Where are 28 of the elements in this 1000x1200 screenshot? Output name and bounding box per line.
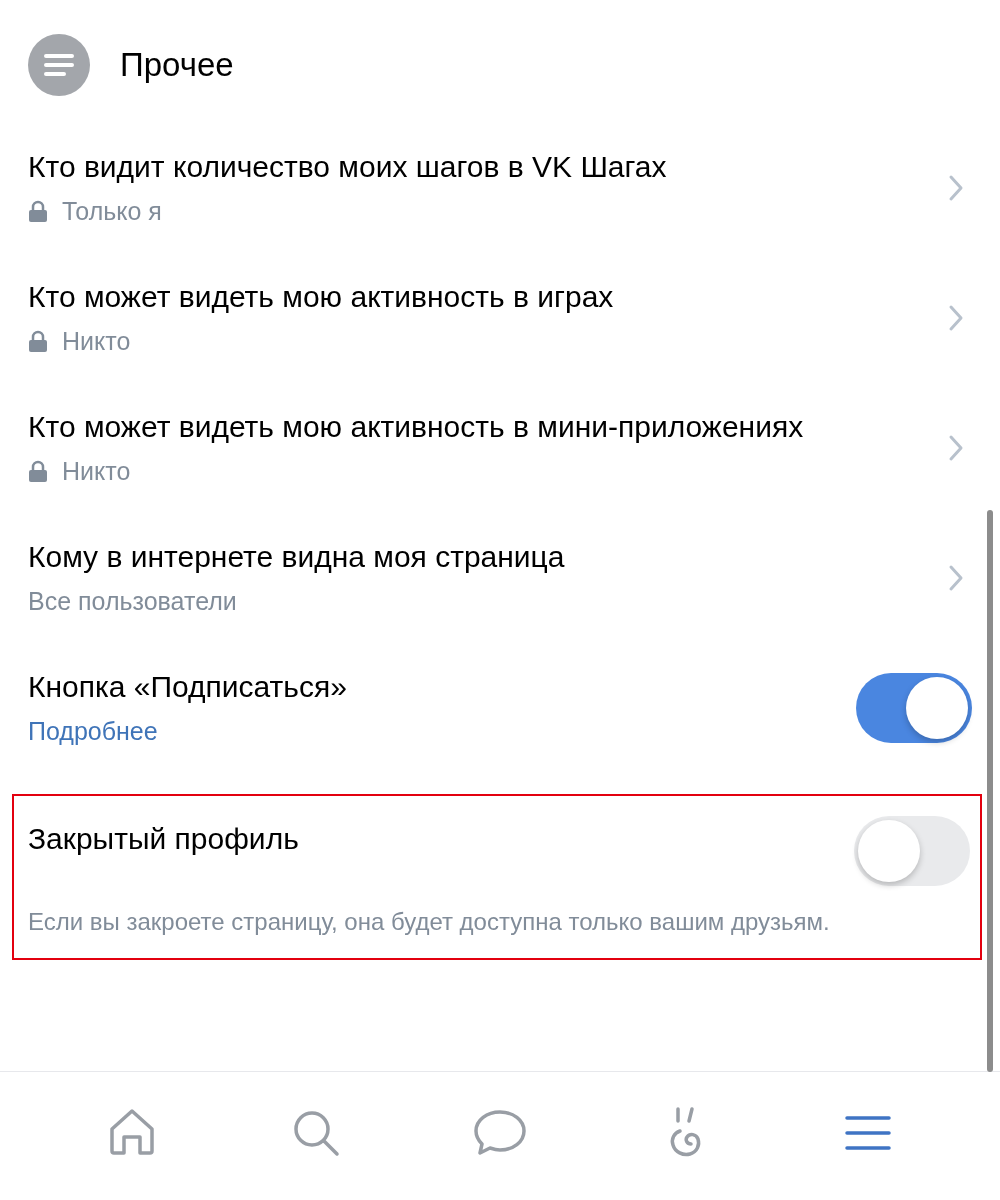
row-description: Если вы закроете страницу, она будет доступна только вашим друзьям.: [28, 907, 831, 937]
row-title: Закрытый профиль: [28, 821, 300, 857]
row-title: Кнопка «Подписаться»: [28, 669, 348, 705]
row-value: Никто: [62, 456, 131, 487]
toggle-switch[interactable]: [856, 673, 972, 743]
settings-row[interactable]: Кто может видеть мою активность в мини-приложениях Никто: [0, 390, 1000, 520]
chevron-icon: [948, 304, 964, 332]
chevron-icon: [948, 434, 964, 462]
lock-icon: [28, 460, 48, 482]
chevron-icon: [948, 174, 964, 202]
row-title: Кто видит количество моих шагов в VK Шагах: [28, 149, 668, 185]
row-value: Только я: [62, 196, 162, 227]
row-title: Кому в интернете видна моя страница: [28, 539, 566, 575]
menu-circle-icon: [28, 34, 90, 96]
settings-row[interactable]: Кто видит количество моих шагов в VK Шагах Только я: [0, 130, 1000, 260]
row-value: Никто: [62, 326, 131, 357]
lock-icon: [28, 200, 48, 222]
row-title: Кто может видеть мою активность в мини-приложениях: [28, 409, 805, 445]
section-title: Прочее: [120, 46, 234, 84]
more-link[interactable]: Подробнее: [28, 710, 158, 752]
settings-row[interactable]: Кому в интернете видна моя страница Все пользователи: [0, 520, 1000, 650]
chevron-icon: [948, 564, 964, 592]
lock-icon: [28, 330, 48, 352]
row-title: Кто может видеть мою активность в играх: [28, 279, 615, 315]
scrollbar[interactable]: [987, 510, 993, 1072]
toggle-switch[interactable]: [854, 816, 970, 886]
settings-row[interactable]: Кто может видеть мою активность в играх Никто: [0, 260, 1000, 390]
row-value: Все пользователи: [28, 586, 237, 617]
